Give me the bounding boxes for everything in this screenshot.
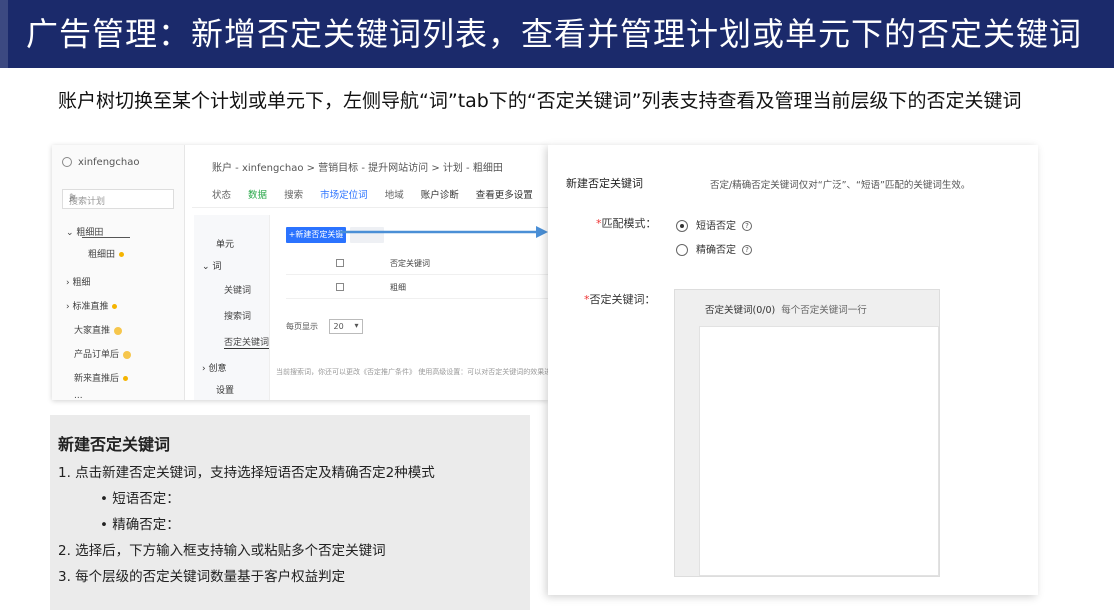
notes-bullet-2: • 精确否定： <box>100 517 180 533</box>
tree-node[interactable]: 新来直推后 <box>74 371 129 384</box>
negative-keyword-label: *否定关键词： <box>584 293 656 306</box>
tab-more-settings[interactable]: 查看更多设置 <box>476 190 533 201</box>
keyword-count: 否定关键词(0/0) <box>705 305 776 316</box>
tree-search-input[interactable]: 搜索计划 ⌕ ✎ ⋖ <box>62 189 174 209</box>
option-phrase-negative[interactable]: 短语否定? <box>676 217 752 232</box>
radio-exact[interactable] <box>676 244 688 256</box>
notes-item-2: 2. 选择后，下方输入框支持输入或粘贴多个否定关键词 <box>58 543 386 559</box>
warning-badge-icon <box>114 326 123 335</box>
notes-bullet-1: • 短语否定： <box>100 491 180 507</box>
side-nav: 单元 ⌄ 词 关键词 搜索词 否定关键词 › 创意 设置 <box>194 215 270 400</box>
tree-node[interactable]: 粗细田 <box>88 247 125 260</box>
match-mode-label: *匹配模式： <box>596 217 657 230</box>
status-dot <box>123 376 129 381</box>
row-checkbox[interactable] <box>336 283 344 291</box>
page-subtitle: 账户树切换至某个计划或单元下，左侧导航“词”tab下的“否定关键词”列表支持查看… <box>58 90 1022 112</box>
page-size-label: 每页显示 <box>286 322 318 331</box>
tree-node[interactable]: ... <box>74 391 83 401</box>
tab-status[interactable]: 状态 <box>212 190 231 201</box>
tab-search[interactable]: 搜索 <box>284 190 303 201</box>
share-icon[interactable]: ⋖ <box>69 193 171 203</box>
side-nav-keyword[interactable]: 关键词 <box>224 283 251 296</box>
side-nav-search-word[interactable]: 搜索词 <box>224 309 251 322</box>
radio-phrase[interactable] <box>676 220 688 232</box>
table-header-row: 否定关键词 <box>286 253 548 275</box>
tree-node[interactable]: 大家直推 <box>74 323 123 336</box>
tree-username: xinfengchao <box>78 157 140 168</box>
notes-item-1: 1. 点击新建否定关键词，支持选择短语否定及精确否定2种模式 <box>58 465 435 481</box>
keyword-box-hint: 每个否定关键词一行 <box>781 305 867 316</box>
page-title: 广告管理：新增否定关键词列表，查看并管理计划或单元下的否定关键词 <box>26 15 1083 53</box>
keyword-input-box: 否定关键词(0/0) 每个否定关键词一行 <box>674 289 940 577</box>
pagination: 每页显示 20 <box>286 319 363 334</box>
user-icon <box>62 157 72 167</box>
side-nav-unit[interactable]: 单元 <box>216 237 234 250</box>
account-tree: xinfengchao 搜索计划 ⌕ ✎ ⋖ ⌄ 粗细田 粗细田 › 粗细 › … <box>52 145 185 401</box>
dialog-title: 新建否定关键词 <box>566 177 643 190</box>
column-header: 否定关键词 <box>390 259 430 268</box>
status-dot <box>119 252 125 257</box>
dialog-hint: 否定/精确否定关键词仅对“广泛”、“短语”匹配的关键词生效。 <box>710 180 971 191</box>
option-exact-negative[interactable]: 精确否定? <box>676 241 752 256</box>
keyword-textarea[interactable] <box>699 326 939 576</box>
account-screenshot: xinfengchao 搜索计划 ⌕ ✎ ⋖ ⌄ 粗细田 粗细田 › 粗细 › … <box>52 145 572 401</box>
table-row: 粗细 <box>286 277 548 299</box>
footer-hint: 当前搜索词，你还可以更改《否定推广条件》 使用高级设置：可以对否定关键词的效果进… <box>276 368 573 376</box>
pointer-arrow-icon <box>340 226 548 238</box>
warning-badge-icon <box>123 350 132 359</box>
tab-divider <box>192 207 548 208</box>
tree-user: xinfengchao <box>62 157 139 168</box>
keyword-box-header: 否定关键词(0/0) 每个否定关键词一行 <box>705 302 867 316</box>
tab-data[interactable]: 数据 <box>248 190 267 201</box>
tab-diagnosis[interactable]: 账户诊断 <box>421 190 459 201</box>
notes-item-3: 3. 每个层级的否定关键词数量基于客户权益判定 <box>58 569 346 585</box>
status-dot <box>112 304 118 309</box>
help-icon[interactable]: ? <box>742 245 752 255</box>
row-keyword: 粗细 <box>390 283 406 292</box>
side-nav-negative-keyword[interactable]: 否定关键词 <box>224 335 270 349</box>
page-size-select[interactable]: 20 <box>328 319 363 334</box>
help-icon[interactable]: ? <box>742 221 752 231</box>
breadcrumb[interactable]: 账户 - xinfengchao > 营销目标 - 提升网站访问 > 计划 - … <box>212 159 503 174</box>
title-bar: 广告管理：新增否定关键词列表，查看并管理计划或单元下的否定关键词 <box>0 0 1114 68</box>
tree-node-underline <box>82 237 130 238</box>
notes-panel: 新建否定关键词 1. 点击新建否定关键词，支持选择短语否定及精确否定2种模式 •… <box>50 415 530 610</box>
tab-market-words[interactable]: 市场定位词 <box>320 190 368 201</box>
new-negative-keyword-button[interactable]: +新建否定关键词 <box>286 227 346 255</box>
side-nav-creative[interactable]: › 创意 <box>202 361 226 374</box>
tab-region[interactable]: 地域 <box>385 190 404 201</box>
tab-bar: 状态 数据 搜索 市场定位词 地域 账户诊断 查看更多设置 <box>212 187 547 201</box>
tree-node[interactable]: 产品订单后 <box>74 347 132 360</box>
select-all-checkbox[interactable] <box>336 259 344 267</box>
new-negative-keyword-dialog: 新建否定关键词 否定/精确否定关键词仅对“广泛”、“短语”匹配的关键词生效。 *… <box>548 145 1038 595</box>
notes-title: 新建否定关键词 <box>58 435 171 454</box>
tree-node[interactable]: › 粗细 <box>66 275 90 288</box>
side-nav-word-group[interactable]: ⌄ 词 <box>202 259 221 272</box>
tree-node[interactable]: › 标准直推 <box>66 299 118 312</box>
title-accent <box>0 0 8 68</box>
side-nav-settings[interactable]: 设置 <box>216 383 234 396</box>
